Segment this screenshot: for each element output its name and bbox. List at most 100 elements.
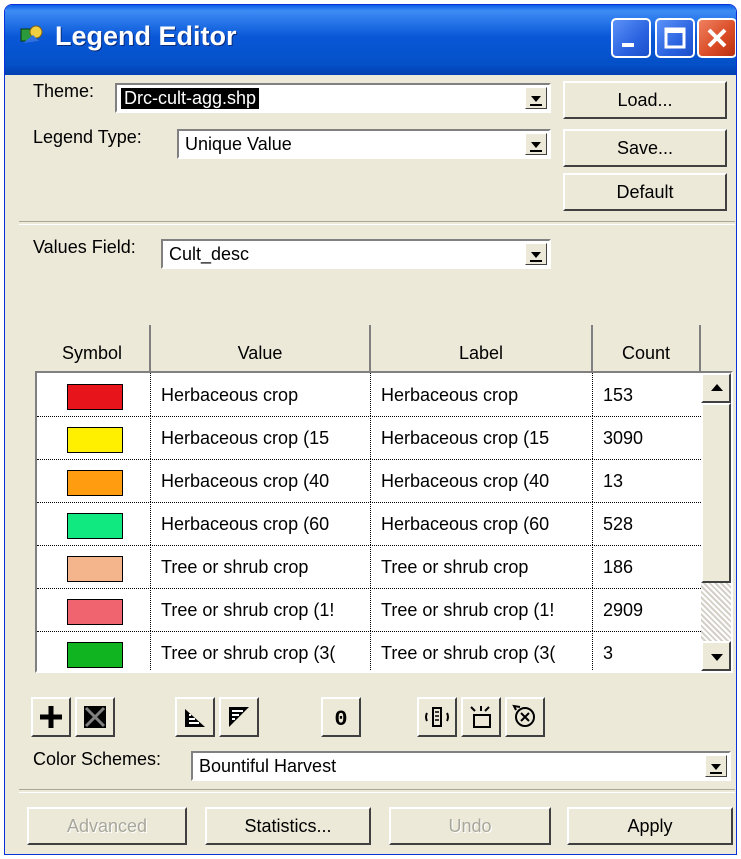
count-cell[interactable]: 3090 [593,416,703,459]
chevron-down-icon[interactable] [705,755,727,777]
minimize-button[interactable] [611,18,651,58]
null-value-button[interactable]: 0 [321,697,361,737]
legend-editor-window: Legend Editor Theme: Drc-cult-agg.shp Le… [4,4,737,855]
color-schemes-value: Bountiful Harvest [199,756,337,776]
scroll-down-button[interactable] [701,641,731,671]
advanced-button[interactable]: Advanced [27,807,187,845]
zero-glyph: 0 [334,707,347,732]
label-cell[interactable]: Tree or shrub crop (3( [371,631,593,671]
delete-icon [84,706,106,728]
separator [19,789,735,793]
value-cell[interactable]: Tree or shrub crop (3( [151,631,371,671]
label-cell[interactable]: Tree or shrub crop [371,545,593,588]
table-row[interactable]: Herbaceous crop (40 Herbaceous crop (40 13 [37,459,703,503]
label-cell[interactable]: Herbaceous crop (60 [371,502,593,545]
symbol-cell[interactable] [37,416,151,459]
count-cell[interactable]: 13 [593,459,703,502]
symbol-cell[interactable] [37,502,151,545]
count-cell[interactable]: 153 [593,373,703,416]
table-row[interactable]: Herbaceous crop Herbaceous crop 153 [37,373,703,417]
chevron-down-icon[interactable] [525,87,547,109]
count-cell[interactable]: 186 [593,545,703,588]
symbol-cell[interactable] [37,545,151,588]
sort-descending-button[interactable] [219,697,259,737]
save-button[interactable]: Save... [563,129,727,167]
label-cell[interactable]: Herbaceous crop (40 [371,459,593,502]
symbol-button[interactable] [461,697,501,737]
symbol-icon [470,706,491,728]
window-title: Legend Editor [55,21,237,51]
value-cell[interactable]: Tree or shrub crop [151,545,371,588]
table-header: Symbol Value Label Count [35,325,703,371]
column-header-symbol[interactable]: Symbol [35,325,151,371]
label-cell[interactable]: Tree or shrub crop (1! [371,588,593,631]
color-schemes-dropdown[interactable]: Bountiful Harvest [191,751,731,781]
chevron-down-icon[interactable] [525,133,547,155]
symbol-cell[interactable] [37,631,151,671]
symbol-cell[interactable] [37,588,151,631]
values-field-value: Cult_desc [169,244,250,264]
label-cell[interactable]: Herbaceous crop [371,373,593,416]
symbol-swatch[interactable] [67,642,123,668]
reset-icon [512,704,535,727]
statistics-button[interactable]: Statistics... [205,807,371,845]
value-cell[interactable]: Herbaceous crop (15 [151,416,371,459]
apply-button[interactable]: Apply [567,807,733,845]
separator [19,221,735,225]
symbol-swatch[interactable] [67,556,123,582]
symbol-swatch[interactable] [67,599,123,625]
count-cell[interactable]: 3 [593,631,703,671]
theme-label: Theme: [33,81,95,101]
statistics-tool-button[interactable] [417,697,457,737]
app-icon [19,23,45,49]
count-cell[interactable]: 528 [593,502,703,545]
close-button[interactable] [697,18,736,58]
sort-ascending-button[interactable] [175,697,215,737]
scroll-track[interactable] [701,583,731,641]
value-cell[interactable]: Herbaceous crop [151,373,371,416]
symbol-cell[interactable] [37,373,151,416]
theme-dropdown[interactable]: Drc-cult-agg.shp [115,83,551,113]
delete-button[interactable] [75,697,115,737]
table-row[interactable]: Herbaceous crop (15 Herbaceous crop (15 30… [37,416,703,460]
values-field-dropdown[interactable]: Cult_desc [161,239,551,269]
symbol-swatch[interactable] [67,513,123,539]
legend-table: Herbaceous crop Herbaceous crop 153 Herbace… [35,371,733,673]
sort-descending-icon [229,707,249,727]
title-bar[interactable]: Legend Editor [5,5,736,75]
count-cell[interactable]: 2909 [593,588,703,631]
load-button[interactable]: Load... [563,81,727,119]
statistics-icon [425,707,449,727]
reset-button[interactable] [505,697,545,737]
add-icon [40,706,62,728]
symbol-swatch[interactable] [67,384,123,410]
table-row[interactable]: Herbaceous crop (60 Herbaceous crop (60 52… [37,502,703,546]
value-cell[interactable]: Herbaceous crop (60 [151,502,371,545]
value-cell[interactable]: Herbaceous crop (40 [151,459,371,502]
legend-type-value: Unique Value [185,134,292,154]
table-row[interactable]: Tree or shrub crop (1! Tree or shrub crop… [37,588,703,632]
sort-ascending-icon [185,709,205,727]
column-header-value[interactable]: Value [151,325,371,371]
column-header-count[interactable]: Count [593,325,701,371]
symbol-swatch[interactable] [67,470,123,496]
color-schemes-label: Color Schemes: [33,749,162,769]
table-row[interactable]: Tree or shrub crop (3(Tree or shrub crop… [37,631,703,671]
theme-value: Drc-cult-agg.shp [121,88,260,109]
scroll-up-button[interactable] [701,373,731,403]
scroll-thumb[interactable] [701,403,731,583]
undo-button[interactable]: Undo [389,807,551,845]
value-cell[interactable]: Tree or shrub crop (1! [151,588,371,631]
add-button[interactable] [31,697,71,737]
vertical-scrollbar[interactable] [701,373,731,671]
symbol-cell[interactable] [37,459,151,502]
values-field-label: Values Field: [33,237,136,257]
default-button[interactable]: Default [563,173,727,211]
label-cell[interactable]: Herbaceous crop (15 [371,416,593,459]
symbol-swatch[interactable] [67,427,123,453]
chevron-down-icon[interactable] [525,243,547,265]
maximize-button[interactable] [655,18,695,58]
column-header-label[interactable]: Label [371,325,593,371]
legend-type-dropdown[interactable]: Unique Value [177,129,551,159]
table-row[interactable]: Tree or shrub crop Tree or shrub crop 186 [37,545,703,589]
